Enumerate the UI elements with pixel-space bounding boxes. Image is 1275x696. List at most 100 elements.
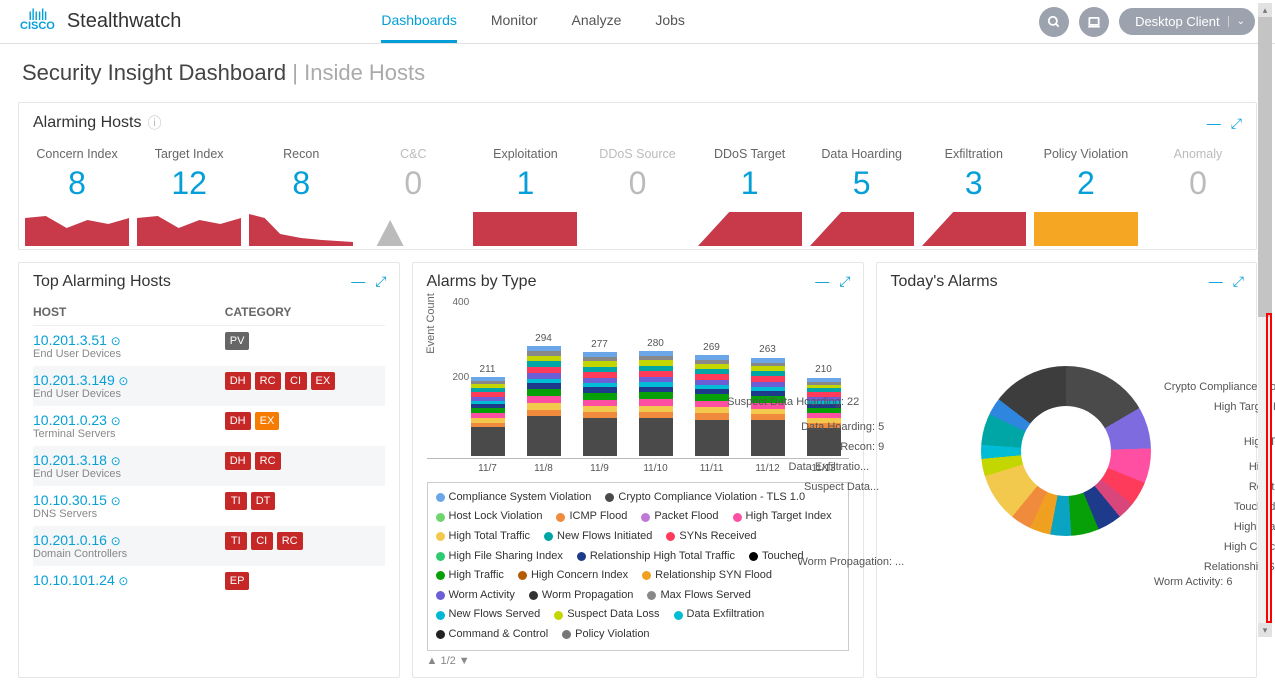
legend-item[interactable]: Host Lock Violation (436, 508, 543, 526)
category-tag: DH (225, 412, 251, 430)
host-ip[interactable]: 10.201.0.23 (33, 412, 107, 428)
expand-icon[interactable]: ⤢ (839, 273, 850, 290)
bar[interactable]: 294 (527, 333, 561, 456)
host-ip[interactable]: 10.201.0.16 (33, 532, 107, 548)
alarming-item[interactable]: DDoS Target 1 (696, 143, 804, 249)
bar[interactable]: 211 (471, 364, 505, 456)
donut-slice-label[interactable]: Recon: 9 (840, 441, 884, 453)
legend-color-icon (674, 611, 683, 620)
minimize-icon[interactable]: — (1209, 273, 1223, 290)
legend-item[interactable]: New Flows Served (436, 606, 541, 624)
donut-slice-label[interactable]: Data Exfiltratio... (789, 461, 870, 473)
host-actions-icon[interactable]: ⊙ (111, 494, 121, 508)
legend-color-icon (436, 532, 445, 541)
host-actions-icon[interactable]: ⊙ (111, 414, 121, 428)
legend-item[interactable]: Relationship SYN Flood (642, 567, 772, 585)
host-actions-icon[interactable]: ⊙ (111, 334, 121, 348)
legend-item[interactable]: Data Exfiltration (674, 606, 765, 624)
scrollbar[interactable]: ▴ ▾ (1258, 3, 1272, 637)
alarming-item[interactable]: C&C 0 (359, 143, 467, 249)
legend-item[interactable]: SYNs Received (666, 528, 756, 546)
expand-icon[interactable]: ⤢ (375, 273, 386, 290)
alarms-by-type-chart[interactable]: Event Count 200400211294277280269263210 (427, 299, 849, 459)
alarming-item[interactable]: Concern Index 8 (23, 143, 131, 249)
legend-item[interactable]: Policy Violation (562, 626, 649, 644)
alarming-item[interactable]: Exploitation 1 (471, 143, 579, 249)
bar[interactable]: 277 (583, 339, 617, 456)
legend-item[interactable]: High Concern Index (518, 567, 628, 585)
nav-analyze[interactable]: Analyze (572, 0, 622, 43)
legend-item[interactable]: Compliance System Violation (436, 489, 592, 507)
host-actions-icon[interactable]: ⊙ (111, 454, 121, 468)
nav-jobs[interactable]: Jobs (655, 0, 685, 43)
host-ip[interactable]: 10.10.101.24 (33, 572, 115, 588)
donut-slice-label[interactable]: Data Hoarding: 5 (801, 421, 884, 433)
bar[interactable]: 280 (639, 338, 673, 456)
info-icon[interactable]: ⓘ (147, 113, 161, 133)
nav-dashboards[interactable]: Dashboards (381, 0, 457, 43)
alarming-item[interactable]: Policy Violation 2 (1032, 143, 1140, 249)
desktop-client-button[interactable]: Desktop Client ⌄ (1119, 8, 1255, 35)
donut-slice-label[interactable]: Suspect Data... (804, 481, 879, 493)
donut-slice-label[interactable]: Suspect Data Hoarding: 22 (727, 396, 859, 408)
scroll-thumb[interactable] (1258, 17, 1272, 317)
alarming-item[interactable]: Anomaly 0 (1144, 143, 1252, 249)
table-row[interactable]: 10.10.30.15 ⊙DNS ServersTIDT (33, 486, 385, 526)
host-ip[interactable]: 10.201.3.51 (33, 332, 107, 348)
alarming-item[interactable]: DDoS Source 0 (583, 143, 691, 249)
legend-item[interactable]: High File Sharing Index (436, 548, 563, 566)
host-ip[interactable]: 10.10.30.15 (33, 492, 107, 508)
nav-monitor[interactable]: Monitor (491, 0, 538, 43)
legend-item[interactable]: High Traffic (436, 567, 504, 585)
host-group: End User Devices (33, 468, 225, 480)
legend-item[interactable]: ICMP Flood (556, 508, 627, 526)
alarming-label: C&C (361, 147, 465, 161)
alarming-item[interactable]: Exfiltration 3 (920, 143, 1028, 249)
legend-item[interactable]: Packet Flood (641, 508, 718, 526)
legend-item[interactable]: Max Flows Served (647, 587, 750, 605)
table-row[interactable]: 10.10.101.24 ⊙EP (33, 566, 385, 596)
alarming-item[interactable]: Recon 8 (247, 143, 355, 249)
table-row[interactable]: 10.201.3.18 ⊙End User DevicesDHRC (33, 446, 385, 486)
legend-item[interactable]: High Total Traffic (436, 528, 531, 546)
donut-chart[interactable] (981, 366, 1151, 536)
table-row[interactable]: 10.201.0.16 ⊙Domain ControllersTICIRC (33, 526, 385, 566)
legend-item[interactable]: New Flows Initiated (544, 528, 652, 546)
host-actions-icon[interactable]: ⊙ (118, 374, 128, 388)
expand-icon[interactable]: ⤢ (1231, 115, 1242, 132)
expand-icon[interactable]: ⤢ (1233, 273, 1244, 290)
bar[interactable]: 210 (807, 364, 841, 456)
scroll-up-icon[interactable]: ▴ (1258, 3, 1272, 17)
legend-item[interactable]: Command & Control (436, 626, 549, 644)
legend-item[interactable]: High Target Index (733, 508, 832, 526)
category-tag: EX (255, 412, 280, 430)
alarming-item[interactable]: Target Index 12 (135, 143, 243, 249)
table-row[interactable]: 10.201.3.51 ⊙End User DevicesPV (33, 326, 385, 366)
alarming-item[interactable]: Data Hoarding 5 (808, 143, 916, 249)
legend-color-icon (436, 611, 445, 620)
table-row[interactable]: 10.201.0.23 ⊙Terminal ServersDHEX (33, 406, 385, 446)
donut-slice-label[interactable]: Worm Activity: 6 (1154, 576, 1233, 588)
table-row[interactable]: 10.201.3.149 ⊙End User DevicesDHRCCIEX (33, 366, 385, 406)
bar[interactable]: 269 (695, 342, 729, 456)
host-ip[interactable]: 10.201.3.149 (33, 372, 115, 388)
minimize-icon[interactable]: — (815, 273, 829, 290)
legend-item[interactable]: Suspect Data Loss (554, 606, 659, 624)
legend-item[interactable]: Relationship High Total Traffic (577, 548, 735, 566)
legend-color-icon (666, 532, 675, 541)
minimize-icon[interactable]: — (351, 273, 365, 290)
search-button[interactable] (1039, 7, 1069, 37)
legend-item[interactable]: Worm Propagation (529, 587, 634, 605)
scroll-down-icon[interactable]: ▾ (1258, 623, 1272, 637)
alarming-count: 3 (922, 161, 1026, 206)
legend-item[interactable]: Worm Activity (436, 587, 515, 605)
donut-slice-label[interactable]: Worm Propagation: ... (797, 556, 904, 568)
legend-pager[interactable]: ▲ 1/2 ▼ (427, 655, 849, 667)
legend-item[interactable]: Touched (749, 548, 804, 566)
host-actions-icon[interactable]: ⊙ (111, 534, 121, 548)
download-button[interactable] (1079, 7, 1109, 37)
host-actions-icon[interactable]: ⊙ (118, 574, 128, 588)
minimize-icon[interactable]: — (1207, 115, 1221, 132)
host-ip[interactable]: 10.201.3.18 (33, 452, 107, 468)
legend-item[interactable]: Crypto Compliance Violation - TLS 1.0 (605, 489, 805, 507)
